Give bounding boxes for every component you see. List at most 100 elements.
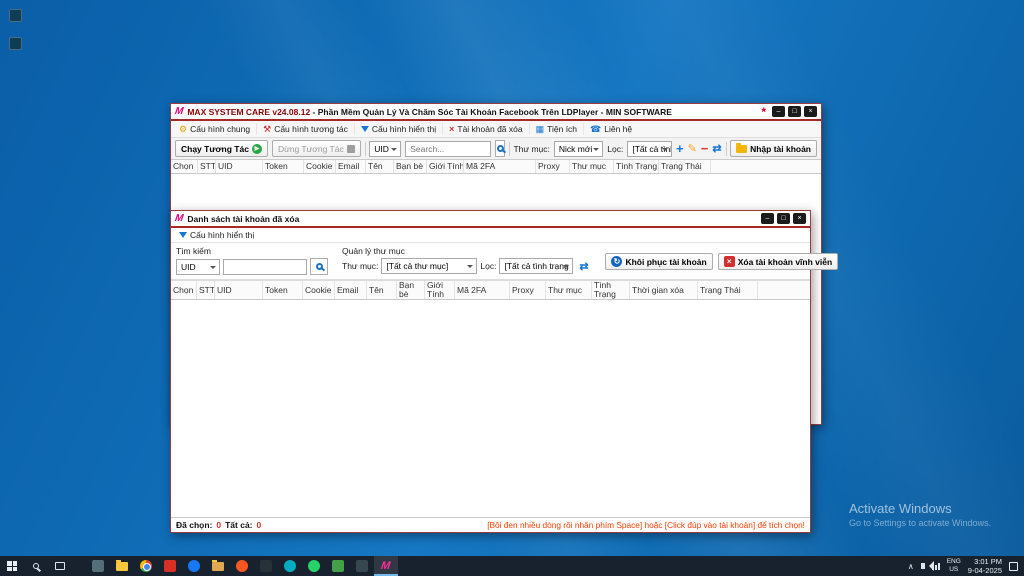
column-header[interactable]: UID: [215, 281, 263, 299]
column-header[interactable]: Mã 2FA: [464, 160, 536, 173]
menu-item-label: Liên hệ: [604, 124, 633, 134]
search-input[interactable]: [405, 140, 492, 157]
run-interaction-button[interactable]: Chạy Tương Tác ▶: [175, 140, 268, 157]
main-titlebar[interactable]: M MAX SYSTEM CARE v24.08.12 - Phần Mềm Q…: [171, 104, 821, 121]
column-header[interactable]: Tên: [367, 281, 397, 299]
column-header[interactable]: Token: [263, 160, 304, 173]
tray-chevron-up-icon[interactable]: ∧: [908, 562, 914, 571]
desktop-shortcut-icon[interactable]: [9, 9, 22, 22]
start-button[interactable]: [0, 556, 24, 576]
column-header[interactable]: Cookie: [304, 160, 336, 173]
menu-item-label: Tiện ích: [547, 124, 578, 134]
column-header[interactable]: Tình Trạng: [614, 160, 659, 173]
search-field-select[interactable]: UID: [369, 140, 402, 157]
stop-interaction-button[interactable]: Dừng Tương Tác: [271, 140, 361, 157]
taskbar-mail-app[interactable]: [86, 556, 110, 576]
menu-item-label: Cấu hình hiển thị: [190, 230, 255, 240]
column-header[interactable]: Giới Tính: [427, 160, 464, 173]
menu-item-utilities[interactable]: ▦ Tiện ích: [532, 123, 585, 135]
remove-account-button[interactable]: −: [701, 141, 709, 157]
chrome-icon: [140, 560, 152, 572]
deleted-titlebar[interactable]: M Danh sách tài khoản đã xóa – □ ×: [171, 211, 810, 228]
add-account-button[interactable]: +: [676, 141, 684, 157]
close-button[interactable]: ×: [804, 106, 817, 117]
menu-item-label: Cấu hình tương tác: [274, 124, 348, 134]
column-header[interactable]: Bạn bè: [394, 160, 427, 173]
column-header[interactable]: Proxy: [536, 160, 570, 173]
taskbar-max-system-care[interactable]: M: [374, 556, 398, 576]
taskbar-red-app[interactable]: [158, 556, 182, 576]
restore-icon: ↻: [611, 256, 623, 267]
column-header[interactable]: STT: [198, 160, 216, 173]
taskbar-dark-app[interactable]: [254, 556, 278, 576]
edit-account-button[interactable]: ✎: [688, 141, 697, 157]
column-header[interactable]: Thư mục: [546, 281, 592, 299]
column-header[interactable]: UID: [216, 160, 263, 173]
taskbar-phone-app[interactable]: [326, 556, 350, 576]
taskbar-chrome[interactable]: [134, 556, 158, 576]
taskbar-teal-app[interactable]: [278, 556, 302, 576]
grid-icon: ▦: [535, 123, 545, 134]
clock[interactable]: 3:01 PM 9-04-2025: [968, 557, 1002, 576]
menu-item-display-config[interactable]: Cấu hình hiển thị: [175, 229, 260, 241]
taskbar-file-explorer[interactable]: [110, 556, 134, 576]
folder-app-icon: [212, 559, 224, 571]
column-header[interactable]: Email: [335, 281, 367, 299]
column-header[interactable]: Email: [336, 160, 366, 173]
taskbar-ldplayer[interactable]: [350, 556, 374, 576]
menu-item-deleted-accounts[interactable]: × Tài khoản đã xóa: [445, 123, 530, 135]
column-header[interactable]: Chọn: [171, 281, 197, 299]
menu-item-interaction-config[interactable]: ⚒ Cấu hình tương tác: [259, 123, 355, 135]
delete-forever-button[interactable]: × Xóa tài khoản vĩnh viễn: [717, 253, 839, 270]
close-button[interactable]: ×: [793, 213, 806, 224]
deleted-table-body[interactable]: [171, 300, 810, 517]
taskbar-blue-app[interactable]: [182, 556, 206, 576]
column-header[interactable]: Tình Trạng: [592, 281, 630, 299]
menu-item-contact[interactable]: ☎ Liên hệ: [586, 123, 638, 135]
menu-item-display-config[interactable]: Cấu hình hiển thị: [357, 123, 444, 135]
taskbar-search-button[interactable]: [24, 556, 48, 576]
column-header[interactable]: Trạng Thái: [659, 160, 711, 173]
maximize-button[interactable]: □: [788, 106, 801, 117]
column-header[interactable]: Thư mục: [570, 160, 614, 173]
column-header[interactable]: Bạn bè: [397, 281, 425, 299]
column-header[interactable]: Mã 2FA: [455, 281, 510, 299]
search-button[interactable]: [495, 140, 505, 157]
restore-accounts-button[interactable]: ↻ Khôi phục tài khoản: [605, 253, 713, 270]
task-view-button[interactable]: [48, 556, 72, 576]
column-header[interactable]: STT: [197, 281, 215, 299]
file-explorer-icon: [116, 559, 128, 571]
status-filter-value: [Tất cả tình trạng: [504, 261, 569, 271]
column-header[interactable]: Trạng Thái: [698, 281, 758, 299]
deleted-accounts-window: M Danh sách tài khoản đã xóa – □ × Cấu h…: [170, 210, 839, 533]
column-header[interactable]: Cookie: [303, 281, 335, 299]
folder-select[interactable]: Nick mới: [553, 140, 604, 157]
folder-select[interactable]: [Tất cả thư mục]: [381, 258, 478, 274]
volume-icon[interactable]: [920, 561, 934, 571]
language-indicator[interactable]: ENG US: [947, 558, 961, 574]
search-button[interactable]: [310, 258, 328, 275]
action-center-button[interactable]: [1009, 561, 1018, 571]
refresh-button[interactable]: ⇄: [712, 141, 721, 157]
column-header[interactable]: Chọn: [171, 160, 198, 173]
taskbar-folder-app[interactable]: [206, 556, 230, 576]
status-filter-select[interactable]: [Tất cả tình trạng: [627, 140, 672, 157]
column-header[interactable]: Proxy: [510, 281, 546, 299]
search-field-select[interactable]: UID: [176, 258, 220, 275]
menu-item-general-config[interactable]: ⚙ Cấu hình chung: [175, 123, 258, 135]
column-header[interactable]: Tên: [366, 160, 394, 173]
desktop-shortcut-icon[interactable]: [9, 37, 22, 50]
minimize-button[interactable]: –: [761, 213, 774, 224]
column-header[interactable]: Thời gian xóa: [630, 281, 698, 299]
taskbar-orange-app[interactable]: [230, 556, 254, 576]
column-header[interactable]: Giới Tính: [425, 281, 455, 299]
import-accounts-button[interactable]: Nhập tài khoản: [730, 140, 818, 157]
refresh-button[interactable]: ⇄: [576, 258, 591, 274]
minimize-button[interactable]: –: [772, 106, 785, 117]
maximize-button[interactable]: □: [777, 213, 790, 224]
window-title: MAX SYSTEM CARE v24.08.12 - Phần Mềm Quả…: [187, 107, 761, 117]
column-header[interactable]: Token: [263, 281, 303, 299]
status-filter-select[interactable]: [Tất cả tình trạng: [499, 258, 574, 274]
deleted-search-input[interactable]: [223, 258, 307, 275]
taskbar-whatsapp[interactable]: [302, 556, 326, 576]
